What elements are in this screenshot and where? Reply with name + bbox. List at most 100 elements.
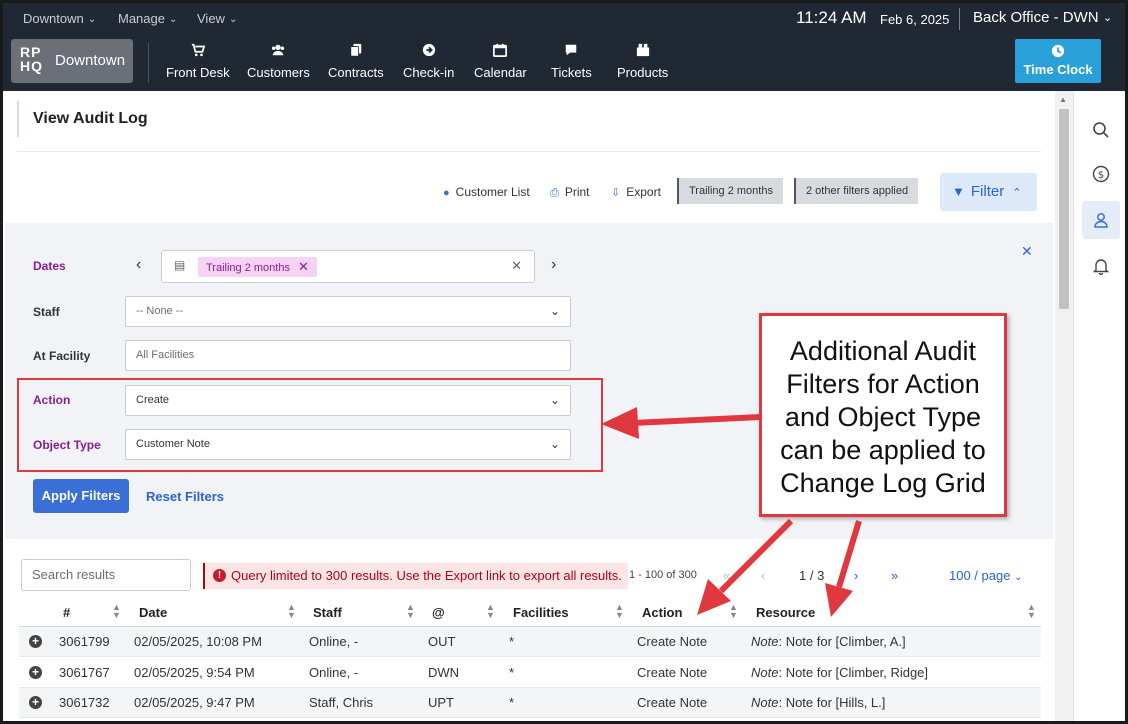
scrollbar-thumb[interactable] — [1059, 109, 1069, 309]
column-header-id[interactable]: # — [63, 605, 70, 620]
last-page-icon[interactable]: » — [891, 568, 898, 583]
cell-facilities: * — [509, 695, 515, 710]
nav-front-desk[interactable]: Front Desk — [166, 43, 230, 80]
sort-icon[interactable]: ▲ ▼ — [729, 603, 738, 620]
nav-customers[interactable]: Customers — [247, 43, 310, 80]
chevron-down-icon: ⌄ — [549, 304, 560, 318]
sort-icon[interactable]: ▲ ▼ — [406, 603, 415, 620]
prev-page-icon[interactable]: ‹ — [761, 568, 765, 583]
column-header-date[interactable]: Date — [139, 605, 167, 620]
close-icon[interactable]: ✕ — [1021, 243, 1033, 260]
cell-id: 3061767 — [59, 665, 110, 680]
nav-calendar[interactable]: Calendar — [474, 43, 527, 80]
rphq-logo: RP HQ — [20, 45, 43, 73]
facility-input[interactable]: All Facilities — [125, 340, 571, 371]
table-row[interactable]: + 3061799 02/05/2025, 10:08 PM Online, -… — [19, 627, 1041, 657]
staff-select[interactable]: -- None -- ⌄ — [125, 296, 571, 327]
column-header-action[interactable]: Action — [642, 605, 682, 620]
expand-row-icon[interactable]: + — [29, 635, 42, 648]
apply-filters-button[interactable]: Apply Filters — [33, 479, 129, 513]
table-header: # ▲ ▼ Date ▲ ▼ Staff ▲ ▼ @ ▲ ▼ Facilities ▲ ▼… — [19, 599, 1041, 627]
sort-icon[interactable]: ▲ ▼ — [287, 603, 296, 620]
next-page-icon[interactable]: › — [854, 568, 858, 583]
chat-bubble-icon — [551, 43, 592, 61]
view-menu[interactable]: View ⌄ — [197, 11, 237, 26]
clear-icon[interactable]: ✕ — [511, 258, 522, 274]
cell-date: 02/05/2025, 10:08 PM — [134, 634, 262, 649]
printer-icon: ⎙ — [550, 187, 559, 199]
nav-products-label: Products — [617, 65, 669, 80]
table-row[interactable]: + 3061767 02/05/2025, 9:54 PM Online, - … — [19, 658, 1041, 688]
reset-filters-link[interactable]: Reset Filters — [146, 489, 224, 504]
cell-facilities: * — [509, 634, 515, 649]
boxes-icon — [617, 43, 668, 61]
customer-list-label: Customer List — [455, 185, 530, 199]
expand-row-icon[interactable]: + — [29, 696, 42, 709]
manage-menu-label: Manage — [118, 11, 165, 26]
scroll-up-icon[interactable]: ▲ — [1059, 95, 1067, 104]
sort-icon[interactable]: ▲ ▼ — [486, 603, 495, 620]
facility-label: At Facility — [33, 349, 91, 363]
chevron-up-icon: ⌃ — [1012, 187, 1022, 199]
search-icon[interactable] — [1082, 111, 1120, 149]
nav-products[interactable]: Products — [617, 43, 668, 80]
resource-text: : Note for [Hills, L.] — [778, 695, 886, 710]
table-row[interactable]: + 3061732 02/05/2025, 9:47 PM Staff, Chr… — [19, 688, 1041, 718]
nav-check-in[interactable]: Check-in — [403, 43, 454, 80]
vertical-scrollbar[interactable]: ▲ — [1055, 91, 1073, 721]
cell-facilities: * — [509, 665, 515, 680]
print-label: Print — [564, 185, 590, 199]
column-header-resource[interactable]: Resource — [756, 605, 815, 620]
chevron-left-icon[interactable]: ‹ — [136, 256, 141, 274]
nav-contracts[interactable]: Contracts — [328, 43, 384, 80]
chevron-down-icon[interactable]: ⌄ — [1103, 11, 1112, 24]
nav-tickets[interactable]: Tickets — [551, 43, 592, 80]
svg-text:$: $ — [1098, 170, 1104, 181]
export-icon: ⇩ — [611, 187, 621, 199]
customer-list-link[interactable]: ● Customer List — [443, 185, 530, 199]
print-link[interactable]: ⎙ Print — [550, 185, 590, 200]
sort-icon[interactable]: ▲ ▼ — [1027, 603, 1036, 620]
sort-icon[interactable]: ▲ ▼ — [615, 603, 624, 620]
export-link[interactable]: ⇩ Export — [611, 185, 661, 199]
location-menu[interactable]: Downtown ⌄ — [23, 11, 96, 26]
time-clock-button[interactable]: Time Clock — [1015, 39, 1101, 83]
dates-tag-label: Trailing 2 months — [206, 262, 290, 274]
user-icon[interactable] — [1082, 201, 1120, 239]
logo-line-2: HQ — [20, 58, 43, 74]
cell-action: Create Note — [637, 634, 708, 649]
chevron-down-icon: ⌄ — [228, 14, 238, 25]
filter-chip-other[interactable]: 2 other filters applied — [794, 178, 919, 204]
filter-chip-dates[interactable]: Trailing 2 months — [677, 178, 783, 204]
divider — [959, 8, 960, 30]
per-page-select[interactable]: 100 / page ⌄ — [949, 568, 1022, 583]
brand-location-button[interactable]: RP HQ Downtown — [11, 39, 133, 83]
search-results-input[interactable]: Search results — [21, 559, 191, 591]
expand-row-icon[interactable]: + — [29, 666, 42, 679]
users-icon — [247, 43, 310, 61]
dates-tag: Trailing 2 months ✕ — [198, 257, 317, 277]
dates-range-input[interactable]: ▤ Trailing 2 months ✕ ✕ — [161, 250, 535, 283]
cell-resource: Note: Note for [Climber, A.] — [751, 634, 906, 649]
filter-label: Filter — [970, 183, 1005, 200]
resource-text: : Note for [Climber, A.] — [778, 634, 906, 649]
remove-tag-icon[interactable]: ✕ — [298, 259, 309, 274]
highlight-box — [17, 378, 603, 472]
sort-icon[interactable]: ▲ ▼ — [112, 603, 121, 620]
first-page-icon[interactable]: « — [723, 568, 730, 583]
office-selector[interactable]: Back Office - DWN — [973, 9, 1099, 26]
column-header-facilities[interactable]: Facilities — [513, 605, 569, 620]
chevron-right-icon[interactable]: › — [551, 256, 556, 274]
staff-select-value: -- None -- — [136, 305, 184, 317]
bell-icon[interactable] — [1082, 247, 1120, 285]
query-limit-warning: ! Query limited to 300 results. Use the E… — [203, 563, 628, 589]
funnel-icon: ▼ — [952, 184, 965, 199]
cell-id: 3061732 — [59, 695, 110, 710]
dollar-icon[interactable]: $ — [1082, 155, 1120, 193]
column-header-at[interactable]: @ — [432, 605, 445, 620]
chevron-down-icon: ⌄ — [87, 14, 97, 25]
manage-menu[interactable]: Manage ⌄ — [118, 11, 177, 26]
filter-toggle-button[interactable]: ▼ Filter ⌃ — [940, 173, 1037, 211]
cell-action: Create Note — [637, 665, 708, 680]
column-header-staff[interactable]: Staff — [313, 605, 342, 620]
